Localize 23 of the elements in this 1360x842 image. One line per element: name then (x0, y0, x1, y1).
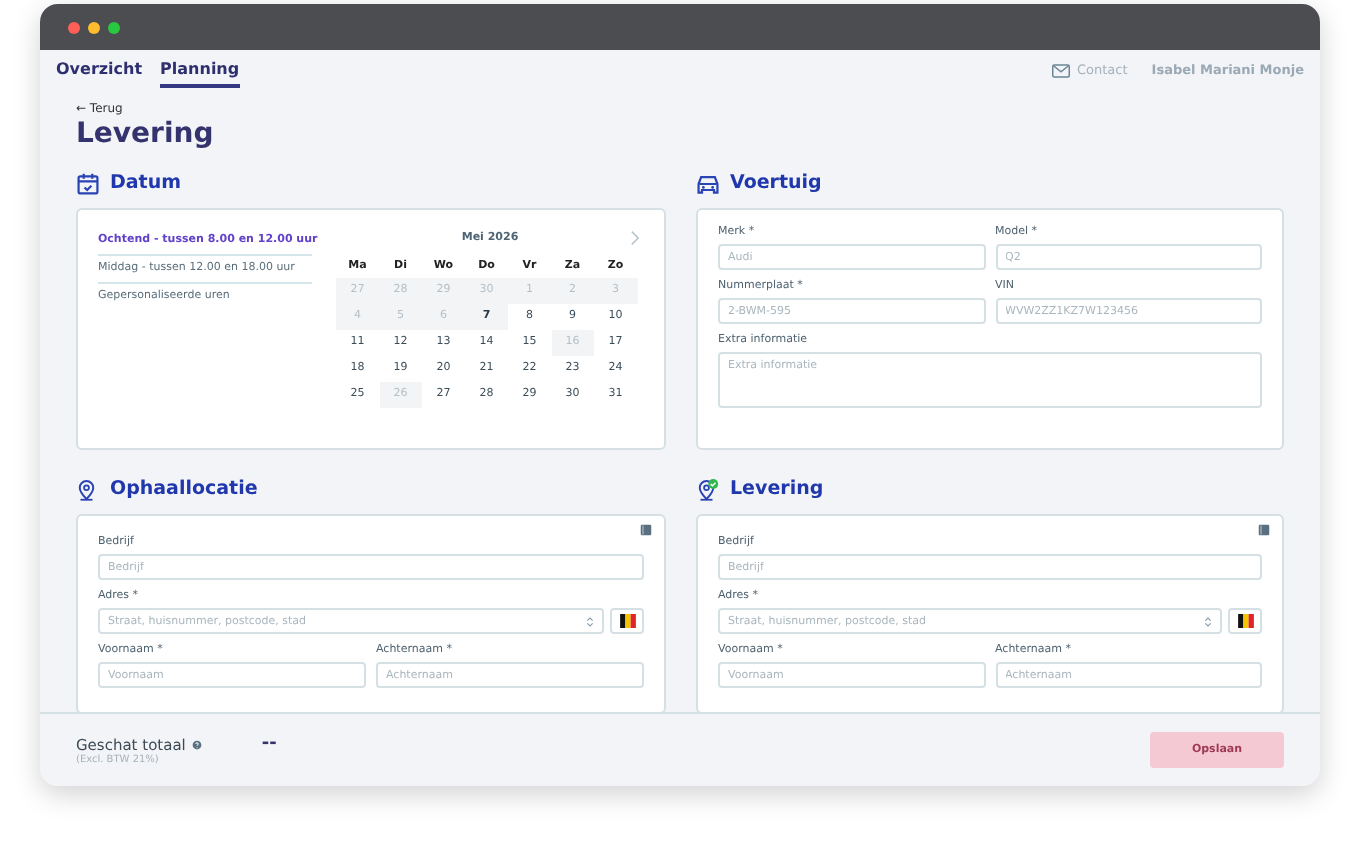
chevron-updown-icon (1204, 615, 1212, 627)
calendar-icon (76, 171, 100, 195)
address-book-icon[interactable] (1258, 524, 1270, 536)
section-heading: Levering (730, 478, 824, 500)
section-heading: Ophaallocatie (110, 478, 258, 500)
nav-tab[interactable]: Overzicht (56, 50, 143, 88)
country-button[interactable] (610, 608, 644, 634)
maximize-dot[interactable] (108, 21, 120, 33)
section-heading: Datum (110, 172, 181, 194)
car-icon (696, 171, 720, 195)
mail-icon (1052, 63, 1071, 77)
minimize-dot[interactable] (88, 21, 100, 33)
section-heading: Voertuig (730, 172, 822, 194)
nav-tab[interactable]: Planning (160, 50, 240, 88)
chevron-updown-icon (586, 615, 594, 627)
address-book-icon[interactable] (640, 524, 652, 536)
flag-icon (1237, 614, 1253, 628)
country-button[interactable] (1228, 608, 1262, 634)
total-value: -- (261, 734, 277, 754)
flag-icon (619, 614, 635, 628)
page-title: Levering (76, 118, 216, 150)
close-dot[interactable] (68, 21, 80, 33)
help-icon[interactable] (191, 739, 202, 749)
